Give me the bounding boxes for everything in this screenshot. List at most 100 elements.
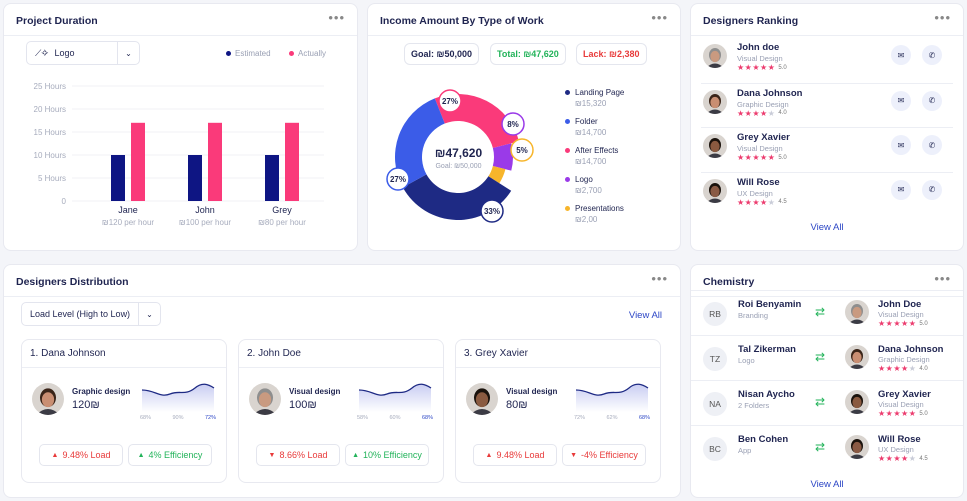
efficiency-sparkline: [575, 383, 649, 412]
partner-name: Tal Zikerman: [738, 344, 796, 355]
load-value: 9.48% Load: [496, 450, 545, 460]
mail-button[interactable]: ✉: [891, 45, 911, 65]
ranking-row[interactable]: Grey Xavier Visual Design ★★★★★ 5.0 ✉ ✆: [701, 127, 953, 171]
chevron-down-icon: ⌄: [138, 303, 160, 325]
partner-name: Nisan Aycho: [738, 389, 795, 400]
legend-dot: [565, 148, 570, 153]
phone-button[interactable]: ✆: [922, 135, 942, 155]
rating-value: 5.0: [919, 410, 928, 417]
designer-name: Grey Xavier: [737, 132, 790, 143]
legend-estimated: Estimated: [226, 49, 271, 58]
income-legend-item: After Effects ₪14,700: [565, 146, 618, 166]
distribution-view-all-link[interactable]: View All: [629, 310, 662, 321]
distribution-card[interactable]: 3. Grey Xavier Visual design 80₪ 72% 62% 68% ▲…: [455, 339, 661, 483]
sparkline-ticks: 72% 62% 68%: [574, 415, 650, 421]
designer-name: Grey Xavier: [878, 389, 931, 400]
rating-value: 5.0: [778, 64, 787, 71]
mail-button[interactable]: ✉: [891, 135, 911, 155]
mail-icon: ✉: [897, 50, 905, 60]
income-legend-item: Presentations ₪2,00: [565, 204, 624, 224]
efficiency-sparkline: [358, 383, 432, 412]
designer-role: Visual Design: [737, 54, 783, 63]
phone-icon: ✆: [928, 140, 936, 150]
more-options-icon[interactable]: •••: [934, 271, 951, 286]
chemistry-view-all-link[interactable]: View All: [691, 479, 963, 490]
more-options-icon[interactable]: •••: [328, 10, 345, 25]
tick-1: 58%: [357, 415, 369, 421]
star-rating: ★★★★★ 4.0: [737, 109, 787, 118]
ranking-view-all-link[interactable]: View All: [691, 222, 963, 233]
star-rating: ★★★★★ 5.0: [878, 409, 928, 418]
star-rating: ★★★★★ 5.0: [737, 63, 787, 72]
divider: [239, 367, 443, 368]
initials-avatar: BC: [703, 437, 727, 461]
rating-value: 4.0: [919, 365, 928, 372]
x-category-sublabel: ₪100 per hour: [179, 218, 231, 227]
bar-estimated-grey: [265, 155, 279, 201]
x-category-label: John: [195, 205, 215, 215]
divider: [22, 367, 226, 368]
designers-distribution-card: Designers Distribution ••• Load Level (H…: [3, 264, 681, 498]
ranking-row[interactable]: John doe Visual Design ★★★★★ 5.0 ✉ ✆: [701, 38, 953, 82]
designer-role: Visual Design: [878, 400, 924, 409]
chemistry-row[interactable]: BC Ben Cohen App ⇄ Will Rose UX Design ★★★★★ 4.…: [691, 425, 963, 470]
bar-actually-grey: [285, 122, 299, 201]
load-stat: ▲ 9.48% Load: [473, 444, 557, 466]
arrow-up-icon: ▲: [352, 451, 360, 459]
rating-value: 4.5: [919, 455, 928, 462]
designer-name: Dana Johnson: [878, 344, 944, 355]
designer-name: Will Rose: [737, 176, 780, 188]
more-options-icon[interactable]: •••: [934, 10, 951, 25]
mail-button[interactable]: ✉: [891, 90, 911, 111]
load-level-dropdown[interactable]: Load Level (High to Low) ⌄: [21, 302, 161, 326]
swap-arrows-icon: ⇄: [815, 305, 826, 319]
slice-percent-label: 5%: [516, 146, 528, 155]
stars-icon: ★★★★★: [878, 319, 917, 328]
mail-icon: ✉: [897, 185, 905, 194]
legend-dot-actually: [289, 51, 294, 56]
efficiency-stat: ▲ 4% Efficiency: [128, 444, 212, 466]
more-options-icon[interactable]: •••: [651, 10, 668, 25]
slice-percent-label: 27%: [390, 175, 406, 184]
goal-pill: Goal: ₪50,000: [404, 43, 479, 65]
star-rating: ★★★★★ 5.0: [737, 153, 787, 162]
distribution-card[interactable]: 2. John Doe Visual design 100₪ 58% 60% 68% ▼ 8.…: [238, 339, 444, 483]
x-category-sublabel: ₪120 per hour: [102, 218, 154, 227]
phone-button[interactable]: ✆: [922, 179, 942, 200]
mail-icon: ✉: [897, 96, 905, 105]
avatar: [249, 383, 281, 415]
phone-icon: ✆: [928, 96, 936, 105]
phone-button[interactable]: ✆: [922, 45, 942, 65]
income-title: Income Amount By Type of Work: [380, 15, 544, 27]
partner-sub: 2 Folders: [738, 401, 770, 410]
designer-role: Graphic design: [72, 387, 131, 396]
star-rating: ★★★★★ 5.0: [878, 319, 928, 328]
divider: [4, 296, 680, 297]
project-type-dropdown[interactable]: ⟋✧ Logo ⌄: [26, 41, 140, 65]
ranking-row[interactable]: Will Rose UX Design ★★★★★ 4.5 ✉ ✆: [701, 171, 953, 216]
y-tick-label: 0: [62, 197, 67, 206]
more-options-icon[interactable]: •••: [651, 271, 668, 286]
chemistry-row[interactable]: NA Nisan Aycho 2 Folders ⇄ Grey Xavier Visual…: [691, 380, 963, 425]
designer-name: John Doe: [878, 299, 922, 310]
phone-icon: ✆: [928, 185, 936, 194]
x-category-sublabel: ₪80 per hour: [258, 218, 306, 227]
project-duration-bar-chart: 25 Hours 20 Hours 15 Hours 10 Hours 5 Hours 0…: [34, 82, 324, 227]
bar-actually-jane: [131, 122, 145, 201]
mail-button[interactable]: ✉: [891, 179, 911, 200]
ranking-row[interactable]: Dana Johnson Graphic Design ★★★★★ 4.0 ✉ ✆: [701, 82, 953, 127]
partner-name: Ben Cohen: [738, 434, 789, 445]
chemistry-row[interactable]: TZ Tal Zikerman Logo ⇄ Dana Johnson Graphic D…: [691, 335, 963, 380]
distribution-card[interactable]: 1. Dana Johnson Graphic design 120₪ 68% 90% 7…: [21, 339, 227, 483]
avatar: [845, 345, 869, 369]
phone-button[interactable]: ✆: [922, 90, 942, 111]
swap-arrows-icon: ⇄: [815, 440, 826, 454]
stars-icon: ★★★★★: [878, 364, 917, 373]
income-legend-item: Logo ₪2,700: [565, 175, 602, 195]
chemistry-title: Chemistry: [703, 276, 755, 288]
legend-dot: [565, 206, 570, 211]
tick-2: 90%: [172, 415, 184, 421]
legend-value: ₪14,700: [575, 157, 607, 166]
initials-avatar: NA: [703, 392, 727, 416]
chemistry-row[interactable]: RB Roi Benyamin Branding ⇄ John Doe Visual De…: [691, 290, 963, 335]
